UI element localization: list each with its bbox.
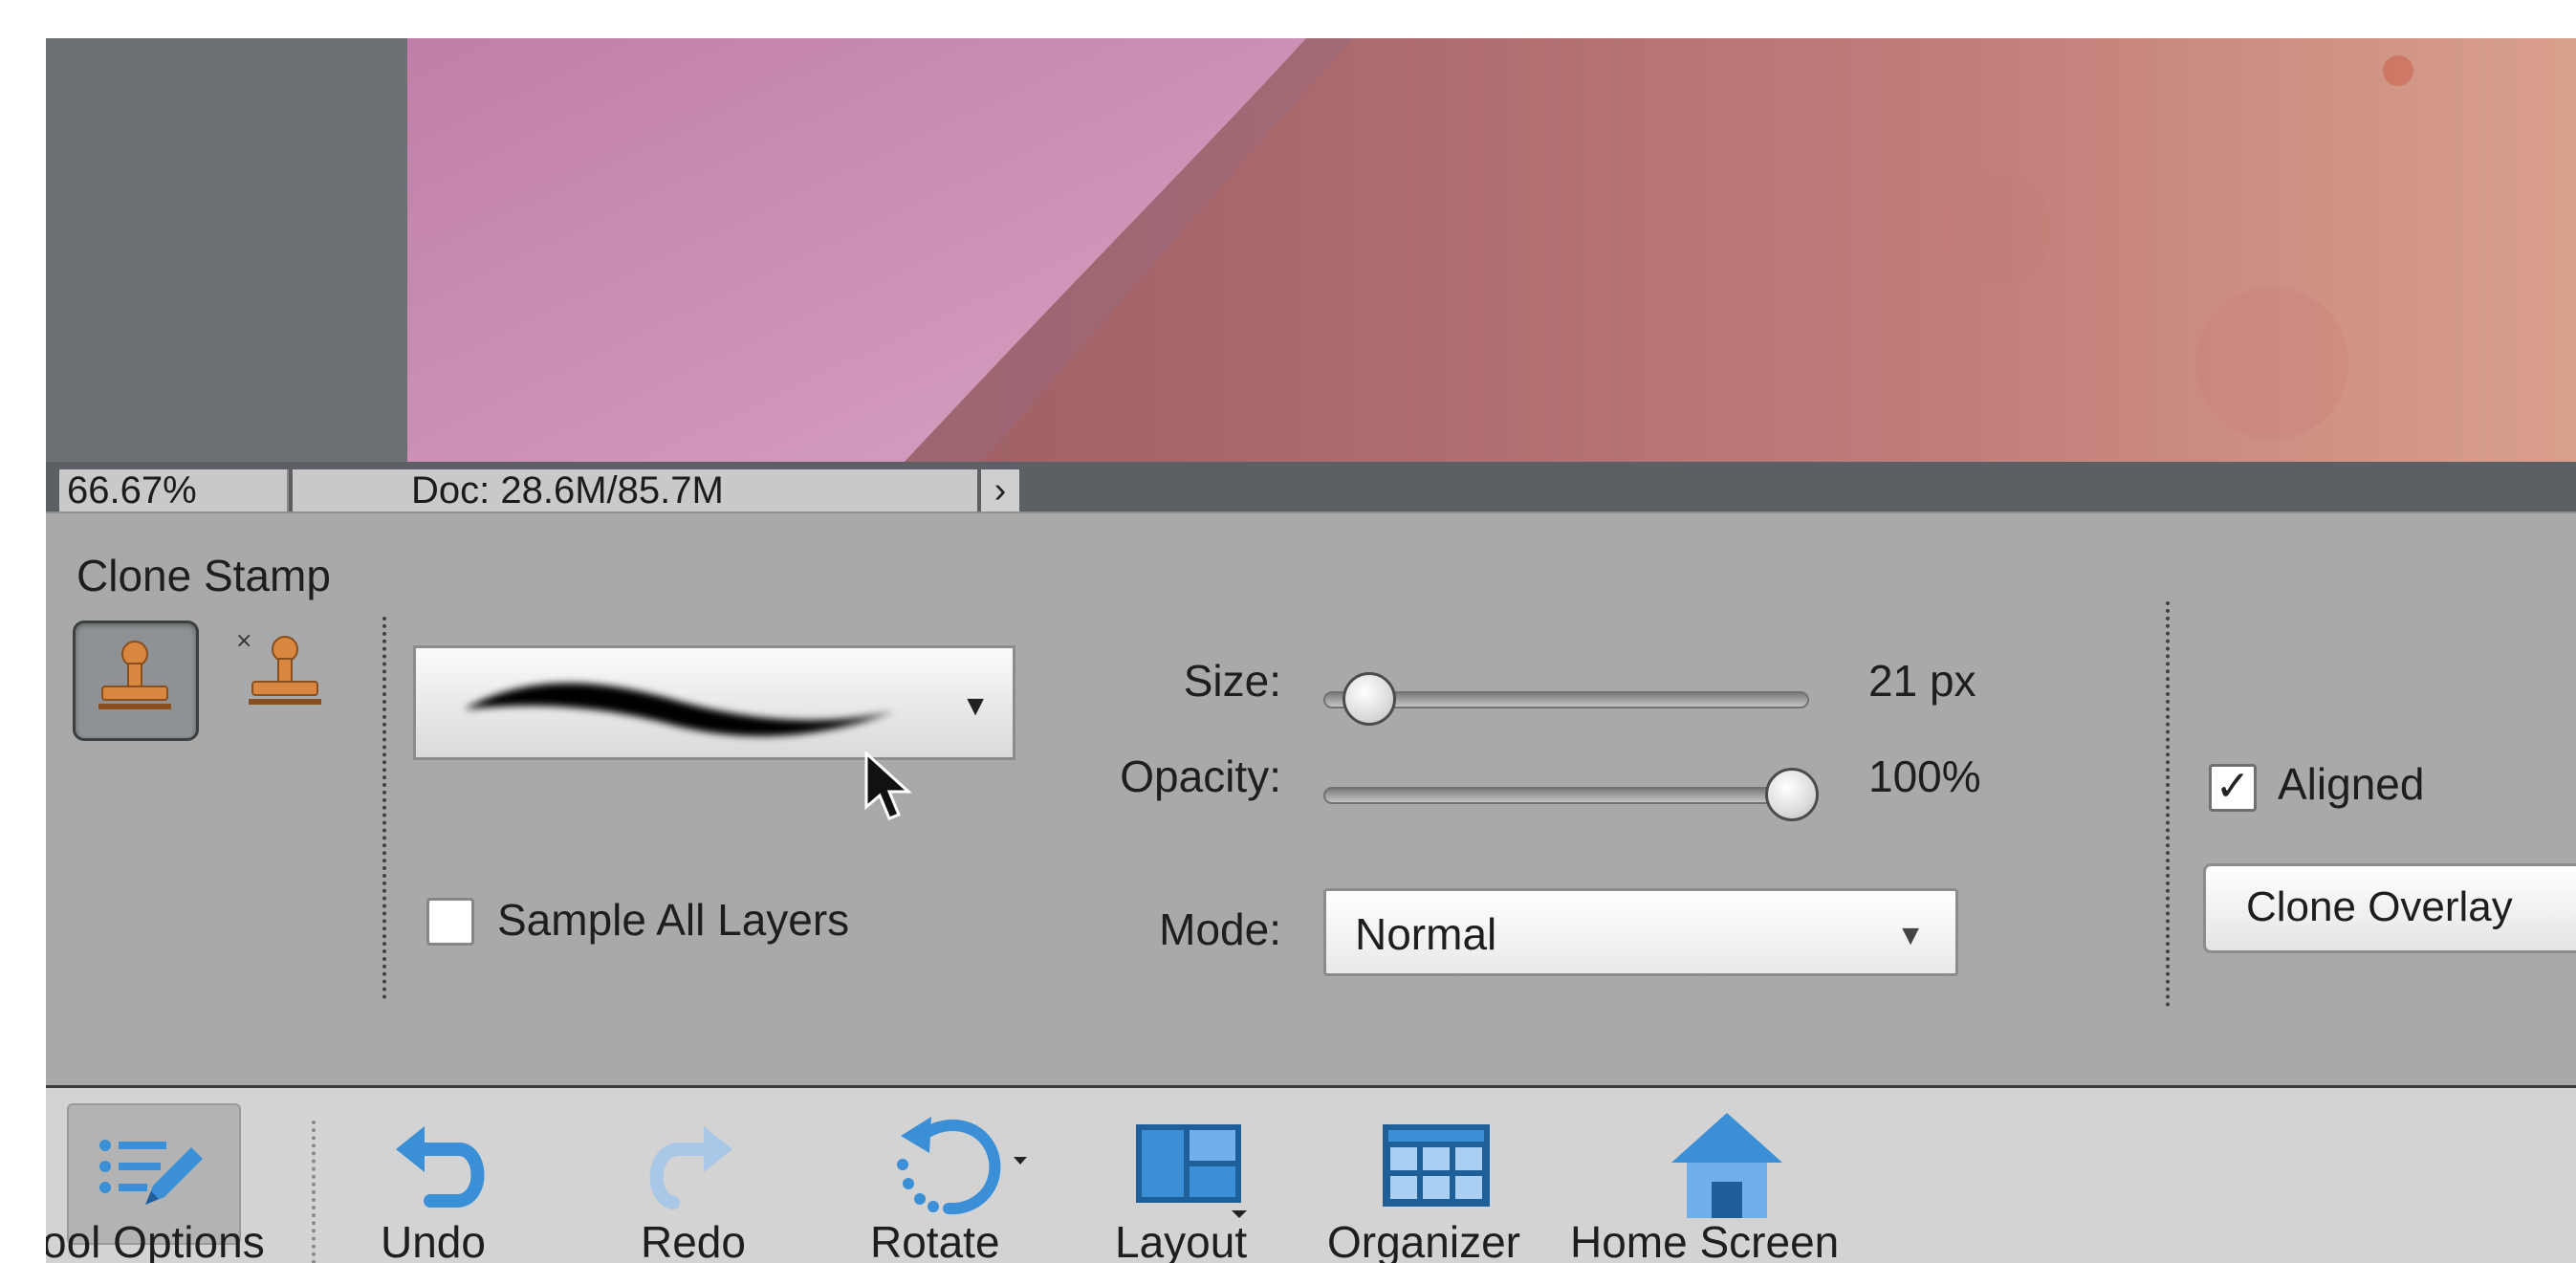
home-icon[interactable] bbox=[1660, 1107, 1794, 1222]
brush-stroke-icon bbox=[464, 683, 894, 736]
sample-all-layers-label: Sample All Layers bbox=[497, 895, 850, 945]
mode-value: Normal bbox=[1355, 909, 1497, 959]
undo-icon[interactable] bbox=[382, 1115, 497, 1220]
redo-icon[interactable] bbox=[631, 1115, 746, 1220]
clone-stamp-button[interactable] bbox=[73, 621, 199, 741]
mouse-cursor-icon bbox=[864, 751, 912, 820]
tool-options-panel: Clone Stamp × ▼ Sample All Layers Size: … bbox=[46, 512, 2576, 1087]
options-divider bbox=[2166, 601, 2170, 1007]
svg-text:×: × bbox=[235, 629, 252, 653]
tool-options-icon bbox=[99, 1140, 203, 1205]
doc-size-info: Doc: 28.6M/85.7M bbox=[293, 469, 977, 512]
photo-image[interactable] bbox=[407, 38, 2576, 462]
rotate-label[interactable]: Rotate bbox=[870, 1216, 1000, 1263]
sample-all-layers-checkbox[interactable] bbox=[426, 898, 474, 946]
taskbar: ool Options Undo Redo Rotate Layout Orga… bbox=[46, 1085, 2576, 1263]
home-screen-label[interactable]: Home Screen bbox=[1570, 1216, 1839, 1263]
tool-title: Clone Stamp bbox=[76, 551, 331, 600]
pattern-stamp-icon: × bbox=[235, 629, 321, 705]
tool-options-label: ool Options bbox=[46, 1217, 265, 1263]
dropdown-caret-icon: ▼ bbox=[961, 690, 990, 722]
chevron-down-icon: ▼ bbox=[1896, 920, 1925, 951]
opacity-slider[interactable] bbox=[1323, 787, 1809, 804]
opacity-value: 100% bbox=[1868, 751, 1981, 801]
status-menu-arrow[interactable]: › bbox=[981, 469, 1019, 512]
canvas-area[interactable] bbox=[46, 38, 2576, 462]
mode-label: Mode: bbox=[1159, 904, 1281, 954]
undo-label[interactable]: Undo bbox=[381, 1216, 486, 1263]
brush-preset-picker[interactable]: ▼ bbox=[413, 645, 1015, 760]
opacity-slider-thumb[interactable] bbox=[1765, 768, 1819, 821]
mode-select[interactable]: Normal ▼ bbox=[1323, 888, 1958, 976]
opacity-label: Opacity: bbox=[1120, 751, 1281, 801]
layout-icon[interactable] bbox=[1132, 1115, 1256, 1230]
pattern-stamp-button[interactable]: × bbox=[224, 621, 350, 741]
clone-overlay-button[interactable]: Clone Overlay bbox=[2203, 863, 2576, 953]
size-label: Size: bbox=[1183, 656, 1281, 706]
rotate-icon[interactable] bbox=[874, 1107, 1037, 1222]
editor-window: 66.67% Doc: 28.6M/85.7M › Clone Stamp × bbox=[46, 38, 2576, 1263]
aligned-checkbox[interactable]: ✓ bbox=[2209, 764, 2257, 812]
organizer-label[interactable]: Organizer bbox=[1327, 1216, 1520, 1263]
size-slider[interactable] bbox=[1323, 691, 1809, 708]
zoom-level[interactable]: 66.67% bbox=[59, 469, 289, 512]
clone-stamp-icon bbox=[98, 641, 171, 709]
size-slider-thumb[interactable] bbox=[1343, 672, 1397, 726]
redo-label[interactable]: Redo bbox=[641, 1216, 746, 1263]
layout-label[interactable]: Layout bbox=[1115, 1216, 1247, 1263]
options-divider bbox=[382, 617, 386, 999]
taskbar-divider bbox=[312, 1121, 316, 1263]
size-value: 21 px bbox=[1868, 656, 1976, 706]
aligned-label: Aligned bbox=[2278, 759, 2425, 809]
status-bar: 66.67% Doc: 28.6M/85.7M › bbox=[46, 462, 2576, 512]
organizer-icon[interactable] bbox=[1375, 1115, 1499, 1220]
